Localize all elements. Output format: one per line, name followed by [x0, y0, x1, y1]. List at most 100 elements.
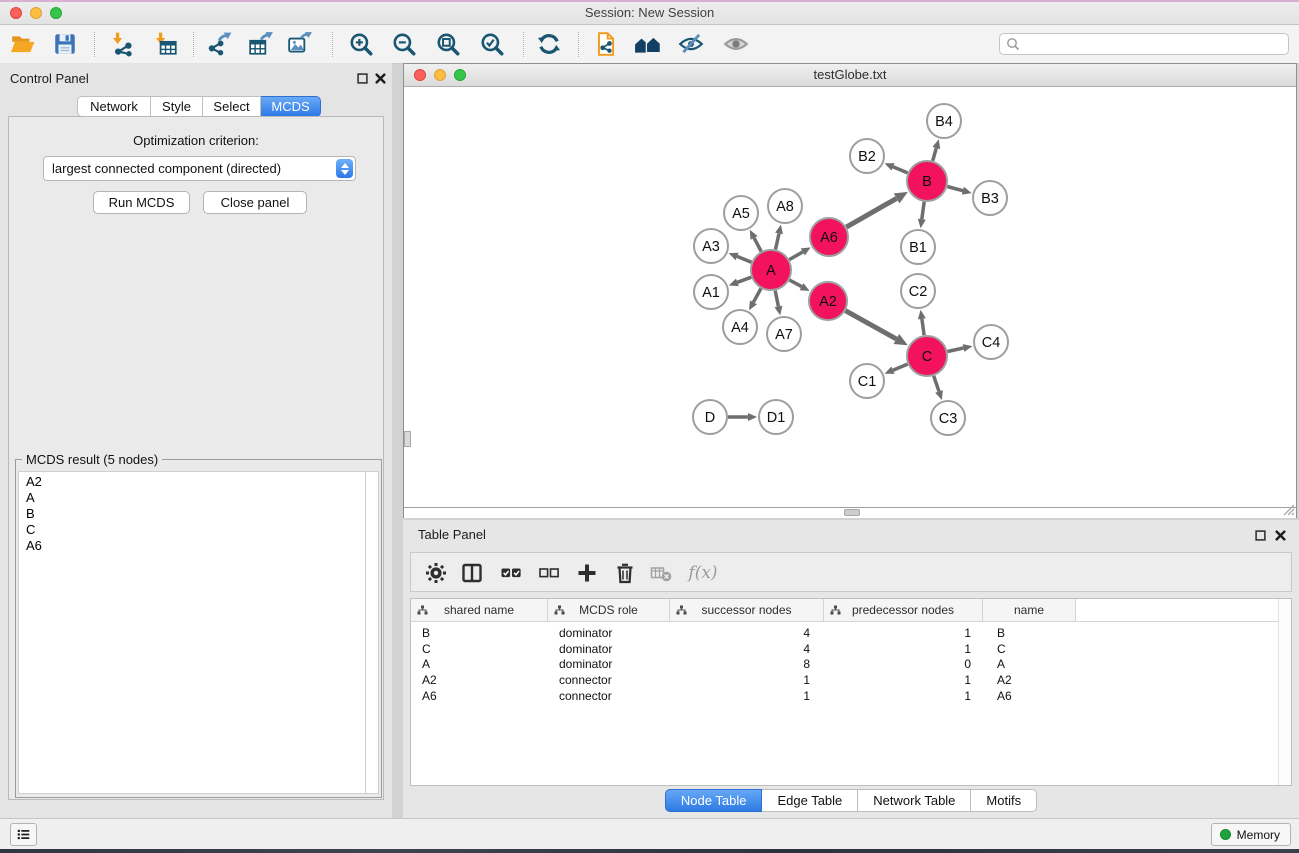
graph-edge-A-A2[interactable]	[789, 280, 809, 291]
graph-edge-A-A1[interactable]	[729, 277, 752, 286]
zoom-selected-button[interactable]	[477, 29, 507, 59]
table-row[interactable]: Adominator80A	[411, 656, 1291, 672]
delete-table-button[interactable]	[647, 559, 675, 587]
import-network-button[interactable]	[108, 29, 138, 59]
graph-edge-B-B1[interactable]	[918, 202, 926, 228]
graph-edge-D-D1[interactable]	[728, 413, 757, 421]
table-row[interactable]: A6connector11A6	[411, 688, 1291, 704]
graph-node-B3[interactable]: B3	[973, 181, 1007, 215]
first-neighbors-button[interactable]	[633, 29, 663, 59]
graph-node-C[interactable]: C	[907, 336, 947, 376]
graph-node-A3[interactable]: A3	[694, 229, 728, 263]
export-network-button[interactable]	[205, 29, 235, 59]
graph-node-C2[interactable]: C2	[901, 274, 935, 308]
network-graph-canvas[interactable]: B4B2BB3A5A8A6A3B1AA1C2A2A4A7CC4C1C3DD1	[404, 87, 1296, 507]
tab-style[interactable]: Style	[151, 96, 203, 117]
graph-edge-C-C3[interactable]	[934, 376, 943, 400]
graph-edge-A-A7[interactable]	[775, 291, 783, 316]
zoom-out-button[interactable]	[389, 29, 419, 59]
save-session-button[interactable]	[50, 29, 80, 59]
graph-edge-A-A8[interactable]	[775, 225, 783, 250]
network-window-titlebar[interactable]: testGlobe.txt	[404, 64, 1296, 87]
select-all-columns-button[interactable]	[497, 559, 525, 587]
graph-node-A[interactable]: A	[751, 250, 791, 290]
mcds-result-item[interactable]: B	[26, 506, 367, 522]
table-row[interactable]: A2connector11A2	[411, 672, 1291, 688]
search-box[interactable]	[999, 33, 1289, 55]
graph-edge-B-B3[interactable]	[947, 187, 971, 195]
graph-node-C1[interactable]: C1	[850, 364, 884, 398]
graph-edge-B-B2[interactable]	[885, 163, 908, 173]
task-history-button[interactable]	[10, 823, 37, 846]
refresh-button[interactable]	[534, 29, 564, 59]
criterion-select[interactable]: largest connected component (directed)	[43, 156, 356, 181]
splitter-handle[interactable]	[844, 509, 860, 516]
graph-edge-A-A3[interactable]	[729, 253, 752, 263]
tab-edge-table[interactable]: Edge Table	[762, 789, 858, 812]
graph-node-A6[interactable]: A6	[810, 218, 848, 256]
show-all-button[interactable]	[721, 29, 751, 59]
graph-node-A7[interactable]: A7	[767, 317, 801, 351]
mcds-result-item[interactable]: A2	[26, 474, 367, 490]
mcds-result-item[interactable]: A6	[26, 538, 367, 554]
graph-edge-A-A6[interactable]	[789, 247, 810, 259]
hide-selected-button[interactable]	[676, 29, 706, 59]
graph-edge-B-B4[interactable]	[933, 139, 941, 161]
mcds-result-item[interactable]: A	[26, 490, 367, 506]
graph-edge-C-C1[interactable]	[885, 364, 908, 374]
graph-node-A5[interactable]: A5	[724, 196, 758, 230]
table-settings-button[interactable]	[422, 559, 450, 587]
function-builder-button[interactable]: f(x)	[683, 559, 723, 587]
tab-network-table[interactable]: Network Table	[858, 789, 971, 812]
graph-node-B2[interactable]: B2	[850, 139, 884, 173]
column-header-name[interactable]: name	[983, 599, 1076, 621]
tab-node-table[interactable]: Node Table	[665, 789, 763, 812]
graph-node-B1[interactable]: B1	[901, 230, 935, 264]
float-table-panel-icon[interactable]	[1254, 529, 1266, 541]
graph-node-C4[interactable]: C4	[974, 325, 1008, 359]
tab-mcds[interactable]: MCDS	[261, 96, 321, 117]
close-table-panel-icon[interactable]	[1274, 529, 1286, 541]
graph-edge-C-C4[interactable]	[948, 344, 973, 352]
table-row[interactable]: Bdominator41B	[411, 625, 1291, 641]
float-panel-icon[interactable]	[356, 72, 368, 84]
graph-node-A4[interactable]: A4	[723, 310, 757, 344]
graph-edge-A-A4[interactable]	[749, 288, 761, 310]
show-columns-button[interactable]	[458, 559, 486, 587]
graph-node-D1[interactable]: D1	[759, 400, 793, 434]
close-panel-button[interactable]: Close panel	[203, 191, 307, 214]
graph-node-A1[interactable]: A1	[694, 275, 728, 309]
run-mcds-button[interactable]: Run MCDS	[93, 191, 190, 214]
open-session-button[interactable]	[8, 29, 38, 59]
column-header-successor-nodes[interactable]: successor nodes	[670, 599, 824, 621]
zoom-in-button[interactable]	[346, 29, 376, 59]
tab-select[interactable]: Select	[203, 96, 261, 117]
export-image-button[interactable]	[285, 29, 315, 59]
create-column-button[interactable]	[573, 559, 601, 587]
result-scrollbar[interactable]	[365, 471, 379, 794]
deselect-all-columns-button[interactable]	[535, 559, 563, 587]
column-header-shared-name[interactable]: shared name	[411, 599, 548, 621]
graph-edge-A2-C[interactable]	[846, 311, 908, 346]
memory-button[interactable]: Memory	[1211, 823, 1291, 846]
graph-node-C3[interactable]: C3	[931, 401, 965, 435]
mcds-result-item[interactable]: C	[26, 522, 367, 538]
resize-grip-icon[interactable]	[1281, 502, 1295, 516]
tab-motifs[interactable]: Motifs	[971, 789, 1037, 812]
graph-node-A8[interactable]: A8	[768, 189, 802, 223]
mcds-result-list[interactable]: A2ABCA6	[18, 471, 367, 794]
import-table-button[interactable]	[151, 29, 181, 59]
splitter-handle[interactable]	[404, 431, 411, 447]
graph-node-B[interactable]: B	[907, 161, 947, 201]
graph-node-D[interactable]: D	[693, 400, 727, 434]
column-header-mcds-role[interactable]: MCDS role	[548, 599, 670, 621]
table-row[interactable]: Cdominator41C	[411, 641, 1291, 657]
search-input[interactable]	[1024, 36, 1288, 53]
graph-edge-A-A5[interactable]	[750, 230, 761, 252]
tab-network[interactable]: Network	[77, 96, 151, 117]
delete-column-button[interactable]	[611, 559, 639, 587]
zoom-fit-button[interactable]	[433, 29, 463, 59]
column-header-predecessor-nodes[interactable]: predecessor nodes	[824, 599, 983, 621]
graph-edge-A6-B[interactable]	[846, 192, 908, 227]
graph-node-B4[interactable]: B4	[927, 104, 961, 138]
